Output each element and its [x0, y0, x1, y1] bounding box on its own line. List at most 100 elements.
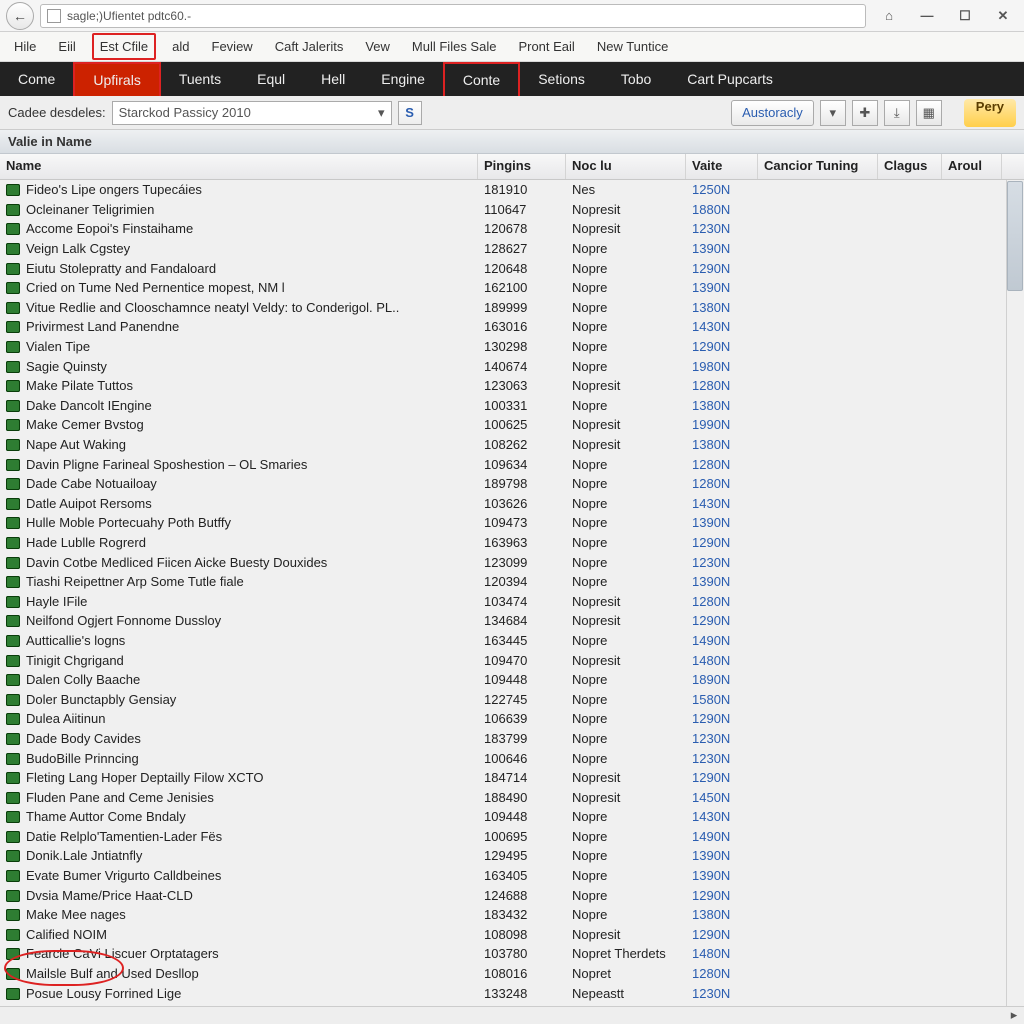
tab[interactable]: Equl — [239, 62, 303, 96]
table-row[interactable]: Posue Lousy Forrined Lige133248Nepeastt1… — [0, 983, 1024, 1003]
menu-item[interactable]: Caft Jalerits — [269, 35, 350, 58]
col-clagus[interactable]: Clagus — [878, 154, 942, 179]
tab[interactable]: Tuents — [161, 62, 239, 96]
filter-strip: Valie in Name — [0, 130, 1024, 154]
table-row[interactable]: Fideo's Lipe ongers Tupecáies181910Nes12… — [0, 180, 1024, 200]
table-row[interactable]: Vialen Tipe130298Nopre1290N — [0, 337, 1024, 357]
table-row[interactable]: Sagie Quinsty140674Nopre1980N — [0, 356, 1024, 376]
tab[interactable]: Upfirals — [73, 62, 160, 96]
menu-item[interactable]: Pront Eail — [512, 35, 580, 58]
item-icon — [6, 263, 20, 275]
table-row[interactable]: Hayle IFile103474Nopresit1280N — [0, 591, 1024, 611]
dropdown-button[interactable]: ▾ — [820, 100, 846, 126]
col-name[interactable]: Name — [0, 154, 478, 179]
data-grid[interactable]: Fideo's Lipe ongers Tupecáies181910Nes12… — [0, 180, 1024, 1006]
status-bar: ▸ — [0, 1006, 1024, 1024]
table-row[interactable]: Evate Bumer Vrigurto Calldbeines163405No… — [0, 866, 1024, 886]
table-row[interactable]: Donik.Lale Jntiatnfly129495Nopre1390N — [0, 846, 1024, 866]
table-row[interactable]: Datle Auipot Rersoms103626Nopre1430N — [0, 494, 1024, 514]
table-row[interactable]: Fluden Pane and Ceme Jenisies188490Nopre… — [0, 787, 1024, 807]
menu-item[interactable]: Hile — [8, 35, 42, 58]
item-icon — [6, 557, 20, 569]
table-row[interactable]: BudoBille Prinncing100646Nopre1230N — [0, 748, 1024, 768]
tab[interactable]: Cart Pupcarts — [669, 62, 791, 96]
table-row[interactable]: Dvsia Mame/Price Haat-CLD124688Nopre1290… — [0, 885, 1024, 905]
table-row[interactable]: Make Cemer Bvstog100625Nopresit1990N — [0, 415, 1024, 435]
table-row[interactable]: Hulle Moble Portecuahy Poth Butffy109473… — [0, 513, 1024, 533]
table-row[interactable]: Thame Auttor Come Bndaly109448Nopre1430N — [0, 807, 1024, 827]
menu-item[interactable]: Eiil — [52, 35, 81, 58]
tab[interactable]: Come — [0, 62, 73, 96]
table-row[interactable]: Fleting Lang Hoper Deptailly Filow XCTO1… — [0, 768, 1024, 788]
table-row[interactable]: Dalen Colly Baache109448Nopre1890N — [0, 670, 1024, 690]
menu-item[interactable]: ald — [166, 35, 195, 58]
menu-item[interactable]: New Tuntice — [591, 35, 675, 58]
calendar-icon[interactable]: ▦ — [916, 100, 942, 126]
table-row[interactable]: Calified NOIM108098Nopresit1290N — [0, 925, 1024, 945]
col-noc[interactable]: Noc lu — [566, 154, 686, 179]
filter-combo[interactable]: Starckod Passicy 2010 ▾ — [112, 101, 392, 125]
tab[interactable]: Tobo — [603, 62, 669, 96]
table-row[interactable]: Vitue Redlie and Clooschamnce neatyl Vel… — [0, 298, 1024, 318]
table-row[interactable]: Dulea Aiitinun106639Nopre1290N — [0, 709, 1024, 729]
s-button[interactable]: S — [398, 101, 422, 125]
item-icon — [6, 635, 20, 647]
scrollbar-track[interactable] — [1006, 180, 1024, 1006]
table-row[interactable]: Dade Body Cavides183799Nopre1230N — [0, 729, 1024, 749]
table-row[interactable]: Nape Aut Waking108262Nopresit1380N — [0, 435, 1024, 455]
home-icon[interactable]: ⌂ — [874, 4, 904, 28]
col-vaite[interactable]: Vaite — [686, 154, 758, 179]
table-row[interactable]: Neilfond Ogjert Fonnome Dussloy134684Nop… — [0, 611, 1024, 631]
item-icon — [6, 498, 20, 510]
table-row[interactable]: Ocleinaner Teligrimien110647Nopresit1880… — [0, 200, 1024, 220]
col-cancior[interactable]: Cancior Tuning — [758, 154, 878, 179]
item-icon — [6, 909, 20, 921]
table-row[interactable]: Doler Bunctapbly Gensiay122745Nopre1580N — [0, 689, 1024, 709]
table-row[interactable]: Hade Lublle Rogrerd163963Nopre1290N — [0, 533, 1024, 553]
scrollbar-thumb[interactable] — [1007, 181, 1023, 291]
tab[interactable]: Conte — [443, 62, 520, 96]
table-row[interactable]: Tiashi Reipettner Arp Some Tutle fiale12… — [0, 572, 1024, 592]
table-row[interactable]: Tinigit Chgrigand109470Nopresit1480N — [0, 650, 1024, 670]
url-bar[interactable]: sagle;)Ufientet pdtc60.- — [40, 4, 866, 28]
tab[interactable]: Hell — [303, 62, 363, 96]
table-row[interactable]: Cried on Tume Ned Pernentice mopest, NM … — [0, 278, 1024, 298]
table-row[interactable]: Make Pilate Tuttos123063Nopresit1280N — [0, 376, 1024, 396]
menu-item[interactable]: Feview — [206, 35, 259, 58]
table-row[interactable]: Privirmest Land Panendne163016Nopre1430N — [0, 317, 1024, 337]
back-button[interactable]: ← — [6, 2, 34, 30]
tab[interactable]: Engine — [363, 62, 443, 96]
maximize-button[interactable]: ☐ — [950, 4, 980, 28]
table-row[interactable]: Dade Cabe Notuailoay189798Nopre1280N — [0, 474, 1024, 494]
menu-item[interactable]: Vew — [359, 35, 396, 58]
item-icon — [6, 811, 20, 823]
col-aroul[interactable]: Aroul — [942, 154, 1002, 179]
table-row[interactable]: Autticallie's logns163445Nopre1490N — [0, 631, 1024, 651]
table-row[interactable]: Accome Eopoi's Finstaihame120678Nopresit… — [0, 219, 1024, 239]
close-button[interactable]: ✕ — [988, 4, 1018, 28]
menu-item[interactable]: Est Cfile — [92, 33, 156, 60]
export-icon[interactable]: ⤓ — [884, 100, 910, 126]
table-row[interactable]: Davin Pligne Farineal Sposhestion – OL S… — [0, 454, 1024, 474]
minimize-button[interactable]: — — [912, 4, 942, 28]
item-icon — [6, 968, 20, 980]
table-row[interactable]: Eiutu Stolepratty and Fandaloard120648No… — [0, 258, 1024, 278]
auto-button[interactable]: Austoracly — [731, 100, 814, 126]
pay-button[interactable]: Pery — [964, 99, 1016, 127]
item-icon — [6, 694, 20, 706]
table-row[interactable]: Veign Lalk Cgstey128627Nopre1390N — [0, 239, 1024, 259]
col-pingins[interactable]: Pingins — [478, 154, 566, 179]
table-row[interactable]: Dake Dancolt IEngine100331Nopre1380N — [0, 396, 1024, 416]
table-row[interactable]: Fearcle CaVi Liscuer Orptatagers103780No… — [0, 944, 1024, 964]
menu-item[interactable]: Mull Files Sale — [406, 35, 503, 58]
item-icon — [6, 733, 20, 745]
table-row[interactable]: Davin Cotbe Medliced Fiicen Aicke Buesty… — [0, 552, 1024, 572]
item-icon — [6, 321, 20, 333]
table-row[interactable]: Datie Relplo'Tamentien-Lader Fës100695No… — [0, 827, 1024, 847]
table-row[interactable]: Mailsle Bulf and Used Desllop108016Nopre… — [0, 964, 1024, 984]
tab[interactable]: Setions — [520, 62, 603, 96]
scroll-right-icon[interactable]: ▸ — [1006, 1008, 1022, 1022]
item-icon — [6, 478, 20, 490]
table-row[interactable]: Make Mee nages183432Nopre1380N — [0, 905, 1024, 925]
add-button[interactable]: ✚ — [852, 100, 878, 126]
